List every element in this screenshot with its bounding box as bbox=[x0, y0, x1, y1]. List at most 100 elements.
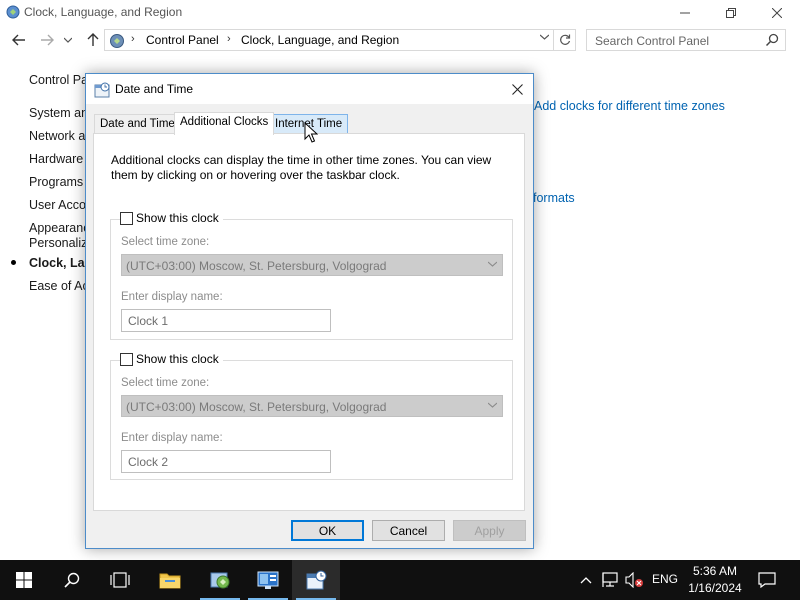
control-panel-icon bbox=[210, 572, 230, 589]
taskbar-search-button[interactable] bbox=[48, 560, 96, 600]
control-panel-icon bbox=[110, 34, 124, 48]
recent-locations-button[interactable] bbox=[60, 30, 76, 50]
forward-button[interactable] bbox=[36, 30, 58, 50]
taskbar-clock[interactable]: 5:36 AM 1/16/2024 bbox=[685, 563, 745, 597]
breadcrumb-separator-icon: › bbox=[227, 33, 231, 45]
server-manager-icon bbox=[257, 571, 279, 589]
sidebar-item-clock-language[interactable]: Clock, Lan bbox=[29, 256, 92, 270]
clock-1-timezone-value: (UTC+03:00) Moscow, St. Petersburg, Volg… bbox=[126, 259, 387, 273]
additional-clocks-description: Additional clocks can display the time i… bbox=[111, 153, 492, 182]
notification-icon bbox=[758, 572, 776, 588]
show-clock-1-label[interactable]: Show this clock bbox=[136, 211, 219, 225]
clock-1-timezone-label: Select time zone: bbox=[121, 236, 210, 248]
taskbar-file-explorer[interactable] bbox=[146, 560, 194, 600]
additional-clocks-panel: Additional clocks can display the time i… bbox=[93, 133, 525, 511]
show-clock-2-checkbox[interactable] bbox=[120, 352, 133, 366]
action-center-button[interactable] bbox=[757, 570, 777, 590]
sidebar-item-personalization[interactable]: Personaliz bbox=[29, 236, 87, 250]
search-icon bbox=[765, 33, 779, 47]
clock-time: 5:36 AM bbox=[692, 564, 738, 578]
dialog-title: Date and Time bbox=[115, 82, 194, 96]
network-icon bbox=[602, 572, 618, 587]
clock-2-timezone-label: Select time zone: bbox=[121, 377, 210, 389]
input-language-indicator[interactable]: ENG bbox=[652, 572, 678, 586]
taskbar-control-panel[interactable] bbox=[196, 560, 244, 600]
start-button[interactable] bbox=[0, 560, 48, 600]
refresh-button[interactable] bbox=[554, 29, 576, 51]
clock-2-name-input[interactable]: Clock 2 bbox=[121, 450, 331, 473]
arrow-left-icon bbox=[12, 34, 25, 46]
chevron-up-icon bbox=[580, 577, 592, 584]
taskbar-server-manager[interactable] bbox=[244, 560, 292, 600]
date-time-dialog: Date and Time Date and Time Additional C… bbox=[85, 73, 534, 549]
minimize-icon bbox=[680, 12, 690, 14]
minimize-button[interactable] bbox=[662, 0, 708, 26]
add-clocks-link[interactable]: Add clocks for different time zones bbox=[534, 99, 725, 113]
clock-1-timezone-select[interactable]: (UTC+03:00) Moscow, St. Petersburg, Volg… bbox=[121, 254, 503, 276]
clock-2-header: Show this clock bbox=[120, 352, 223, 366]
up-button[interactable] bbox=[82, 30, 104, 50]
search-input[interactable]: Search Control Panel bbox=[586, 29, 786, 51]
sidebar-item-system-security[interactable]: System an bbox=[29, 106, 88, 120]
control-panel-titlebar: Clock, Language, and Region bbox=[0, 0, 800, 26]
restore-icon bbox=[726, 8, 736, 18]
address-bar[interactable]: › Control Panel › Clock, Language, and R… bbox=[104, 29, 554, 51]
clock-2-timezone-select[interactable]: (UTC+03:00) Moscow, St. Petersburg, Volg… bbox=[121, 395, 503, 417]
sidebar-item-ease-of-access[interactable]: Ease of Ac bbox=[29, 279, 89, 293]
arrow-up-icon bbox=[87, 33, 99, 46]
navigation-bar: › Control Panel › Clock, Language, and R… bbox=[0, 26, 800, 54]
breadcrumb-clock-language-region[interactable]: Clock, Language, and Region bbox=[241, 33, 399, 47]
sidebar-item-network-internet[interactable]: Network a bbox=[29, 129, 85, 143]
close-window-button[interactable] bbox=[754, 0, 800, 26]
sidebar-item-control-panel-home[interactable]: Control Pa bbox=[29, 73, 88, 87]
chevron-down-icon bbox=[487, 400, 498, 410]
dialog-titlebar: Date and Time bbox=[86, 74, 533, 104]
dialog-close-button[interactable] bbox=[503, 77, 531, 101]
clock-1-name-label: Enter display name: bbox=[121, 291, 223, 303]
task-view-icon bbox=[110, 572, 130, 588]
window-title: Clock, Language, and Region bbox=[24, 5, 183, 19]
show-clock-2-label[interactable]: Show this clock bbox=[136, 352, 219, 366]
mouse-cursor-icon bbox=[304, 122, 318, 143]
search-icon bbox=[64, 572, 80, 588]
close-icon bbox=[511, 83, 523, 95]
sidebar-item-programs[interactable]: Programs bbox=[29, 175, 83, 189]
refresh-icon bbox=[559, 34, 570, 45]
sidebar-item-user-accounts[interactable]: User Accou bbox=[29, 198, 93, 212]
sidebar-item-appearance[interactable]: Appearanc bbox=[29, 221, 89, 235]
folder-icon bbox=[159, 573, 181, 589]
clock-2-name-value: Clock 2 bbox=[128, 455, 169, 469]
clock-2-name-label: Enter display name: bbox=[121, 432, 223, 444]
clock-1-name-value: Clock 1 bbox=[128, 314, 169, 328]
volume-tray-button[interactable] bbox=[625, 570, 645, 590]
sidebar-item-hardware[interactable]: Hardware a bbox=[29, 152, 94, 166]
tab-additional-clocks[interactable]: Additional Clocks bbox=[174, 112, 275, 135]
apply-button[interactable]: Apply bbox=[453, 520, 526, 541]
windows-logo-icon bbox=[16, 572, 32, 588]
show-hidden-icons-button[interactable] bbox=[578, 570, 594, 590]
maximize-button[interactable] bbox=[708, 0, 754, 26]
taskbar-date-time[interactable] bbox=[292, 560, 340, 600]
ok-button[interactable]: OK bbox=[291, 520, 364, 541]
close-icon bbox=[772, 8, 782, 18]
control-panel-icon bbox=[6, 5, 20, 19]
date-time-icon bbox=[94, 82, 110, 98]
cancel-button[interactable]: Cancel bbox=[372, 520, 445, 541]
task-view-button[interactable] bbox=[96, 560, 144, 600]
clock-1-name-input[interactable]: Clock 1 bbox=[121, 309, 331, 332]
chevron-down-icon bbox=[64, 37, 72, 43]
breadcrumb-control-panel[interactable]: Control Panel bbox=[146, 33, 219, 47]
chevron-down-icon bbox=[487, 259, 498, 269]
network-tray-button[interactable] bbox=[601, 570, 621, 590]
back-button[interactable] bbox=[8, 30, 30, 50]
formats-link[interactable]: formats bbox=[533, 191, 575, 205]
search-placeholder: Search Control Panel bbox=[595, 34, 710, 48]
clock-2-group: Show this clock Select time zone: (UTC+0… bbox=[110, 352, 513, 480]
clock-1-group: Show this clock Select time zone: (UTC+0… bbox=[110, 211, 513, 340]
address-dropdown-icon[interactable] bbox=[539, 32, 550, 43]
show-clock-1-checkbox[interactable] bbox=[120, 211, 133, 225]
breadcrumb-separator-icon: › bbox=[131, 33, 135, 45]
date-time-icon bbox=[306, 570, 327, 590]
tab-date-and-time[interactable]: Date and Time bbox=[94, 114, 181, 134]
active-item-bullet bbox=[11, 260, 16, 265]
